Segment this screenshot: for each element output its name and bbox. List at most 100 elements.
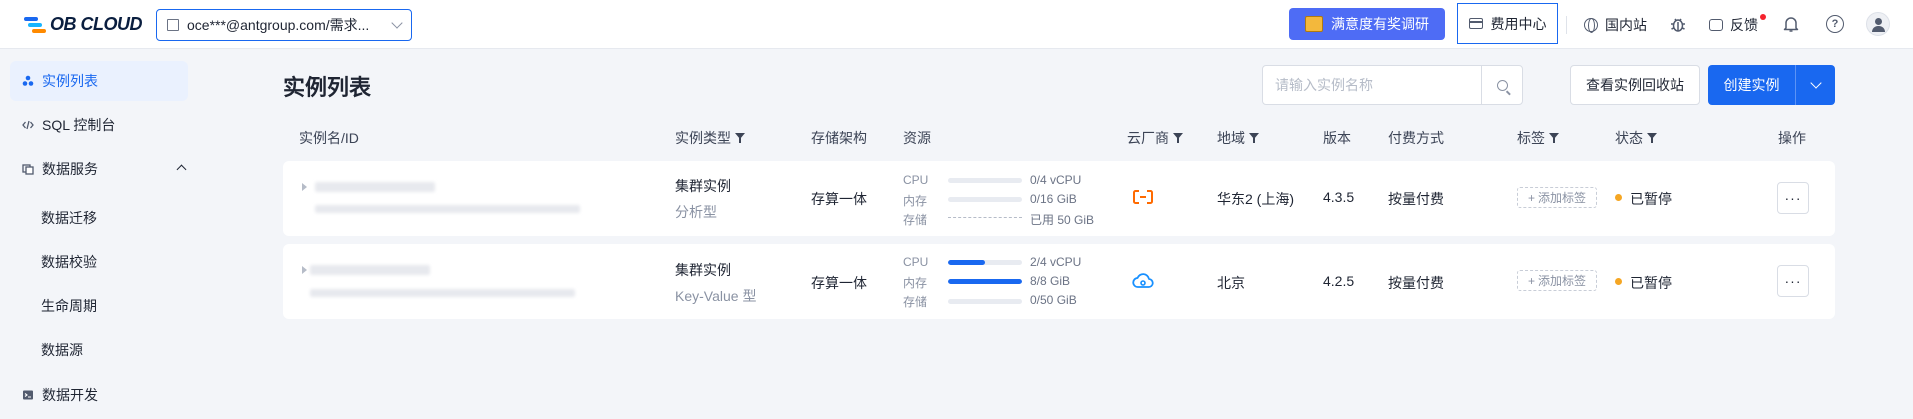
terminal-icon (23, 390, 33, 400)
status-dot (1615, 194, 1622, 201)
instance-subtype: 分析型 (675, 204, 717, 220)
column-header-type[interactable]: 实例类型 (675, 128, 745, 148)
logo-text: OB CLOUD (50, 14, 143, 34)
filter-icon[interactable] (735, 133, 745, 143)
bell-icon[interactable] (1783, 15, 1799, 33)
more-actions-button[interactable]: ··· (1777, 182, 1809, 214)
instance-type: 集群实例 (675, 262, 731, 278)
column-header-label: 存储架构 (811, 130, 867, 146)
chevron-down-icon (1809, 77, 1822, 89)
column-header-actions: 操作 (1778, 128, 1806, 148)
add-tag-label: 添加标签 (1538, 191, 1587, 205)
cpu-usage-bar (948, 178, 1022, 183)
page-title: 实例列表 (283, 75, 372, 100)
instance-subtype: Key-Value 型 (675, 288, 757, 304)
filter-icon[interactable] (1647, 133, 1657, 143)
billing-method: 按量付费 (1388, 191, 1444, 207)
resource-label-cpu: CPU (903, 173, 929, 187)
resource-label-storage: 存储 (903, 213, 928, 227)
column-header-billing: 付费方式 (1388, 128, 1444, 148)
column-header-label: 资源 (903, 130, 931, 146)
bug-icon[interactable] (1669, 15, 1687, 33)
region: 北京 (1217, 275, 1245, 291)
help-icon[interactable]: ? (1826, 15, 1844, 33)
status-dot (1615, 278, 1622, 285)
memory-usage-bar (948, 197, 1022, 202)
filter-icon[interactable] (1249, 133, 1259, 143)
sidebar: 实例列表 SQL 控制台 数据服务 数据迁移 数据校验 生命周期 数据源 数据开… (0, 50, 198, 419)
column-header-status[interactable]: 状态 (1615, 128, 1657, 148)
instance-type: 集群实例 (675, 178, 731, 194)
feedback-bubble-icon (1709, 19, 1723, 31)
add-tag-button[interactable]: + 添加标签 (1517, 270, 1597, 291)
sidebar-item-instance-list[interactable]: 实例列表 (10, 61, 188, 101)
survey-button[interactable]: 满意度有奖调研 (1289, 8, 1445, 40)
storage-usage-value: 已用 50 GiB (1030, 213, 1095, 227)
expand-row-icon[interactable] (302, 266, 307, 274)
memory-usage-fill (948, 279, 1022, 284)
sidebar-item-label: 实例列表 (42, 73, 98, 89)
organization-selector[interactable]: oce***@antgroup.com/需求... (156, 9, 412, 41)
cost-center-label: 费用中心 (1490, 15, 1547, 32)
memory-usage-value: 0/16 GiB (1030, 192, 1077, 206)
instance-id-redacted (315, 205, 580, 213)
storage-usage-value: 0/50 GiB (1030, 293, 1077, 307)
resource-label-memory: 内存 (903, 276, 928, 290)
create-instance-button[interactable]: 创建实例 (1708, 65, 1795, 105)
column-header-label: 操作 (1778, 130, 1806, 146)
sidebar-subitem-lifecycle[interactable]: 生命周期 (41, 296, 97, 316)
filter-icon[interactable] (1173, 133, 1183, 143)
add-tag-button[interactable]: + 添加标签 (1517, 187, 1597, 208)
resource-label-memory: 内存 (903, 194, 928, 208)
column-header-label: 版本 (1323, 130, 1351, 146)
recycle-bin-button[interactable]: 查看实例回收站 (1570, 65, 1700, 105)
column-header-tags[interactable]: 标签 (1517, 128, 1559, 148)
storage-architecture: 存算一体 (811, 191, 867, 207)
column-header-label: 实例类型 (675, 130, 731, 146)
header-divider (1566, 16, 1567, 34)
data-service-icon (22, 164, 34, 175)
create-instance-dropdown[interactable] (1795, 65, 1835, 105)
filter-icon[interactable] (1549, 133, 1559, 143)
feedback-label: 反馈 (1730, 17, 1758, 33)
search-button[interactable] (1481, 66, 1522, 104)
storage-usage-bar (948, 299, 1022, 304)
region: 华东2 (上海) (1217, 191, 1294, 207)
status-text: 已暂停 (1630, 191, 1672, 207)
add-tag-label: 添加标签 (1538, 274, 1587, 288)
column-header-label: 实例名/ID (299, 130, 359, 146)
sidebar-item-data-service[interactable]: 数据服务 (10, 149, 188, 189)
organization-selector-value: oce***@antgroup.com/需求... (187, 17, 370, 33)
top-bar: OB CLOUD oce***@antgroup.com/需求... 满意度有奖… (0, 0, 1913, 49)
region-switch-button[interactable]: 国内站 (1584, 15, 1647, 35)
feedback-button[interactable]: 反馈 (1709, 15, 1758, 35)
storage-usage-bar (948, 217, 1022, 218)
sidebar-item-sql-console[interactable]: SQL 控制台 (10, 105, 188, 145)
sidebar-item-data-development[interactable]: 数据开发 (10, 375, 188, 415)
column-header-region[interactable]: 地域 (1217, 128, 1259, 148)
memory-usage-bar (948, 279, 1022, 284)
column-header-storage-arch: 存储架构 (811, 128, 867, 148)
building-icon (167, 19, 179, 31)
column-header-cloud[interactable]: 云厂商 (1127, 128, 1183, 148)
sidebar-subitem-data-verification[interactable]: 数据校验 (41, 252, 97, 272)
cost-center-button[interactable]: 费用中心 (1457, 3, 1558, 44)
more-actions-button[interactable]: ··· (1777, 265, 1809, 297)
ob-cloud-logo[interactable]: OB CLOUD (24, 14, 143, 35)
column-header-name: 实例名/ID (299, 128, 359, 148)
user-avatar[interactable] (1866, 12, 1890, 36)
search-input[interactable] (1263, 66, 1481, 104)
memory-usage-value: 8/8 GiB (1030, 274, 1071, 288)
gift-icon (1305, 16, 1323, 32)
sidebar-item-label: 数据开发 (42, 387, 98, 403)
version: 4.3.5 (1323, 189, 1355, 205)
status-text: 已暂停 (1630, 275, 1672, 291)
sidebar-subitem-data-source[interactable]: 数据源 (41, 340, 83, 360)
notification-dot (1760, 14, 1766, 20)
cpu-usage-bar (948, 260, 1022, 265)
cloud-icon (1132, 273, 1154, 288)
expand-row-icon[interactable] (302, 183, 307, 191)
resource-label-cpu: CPU (903, 255, 929, 269)
globe-icon (1584, 18, 1598, 33)
sidebar-subitem-data-migration[interactable]: 数据迁移 (41, 208, 97, 228)
